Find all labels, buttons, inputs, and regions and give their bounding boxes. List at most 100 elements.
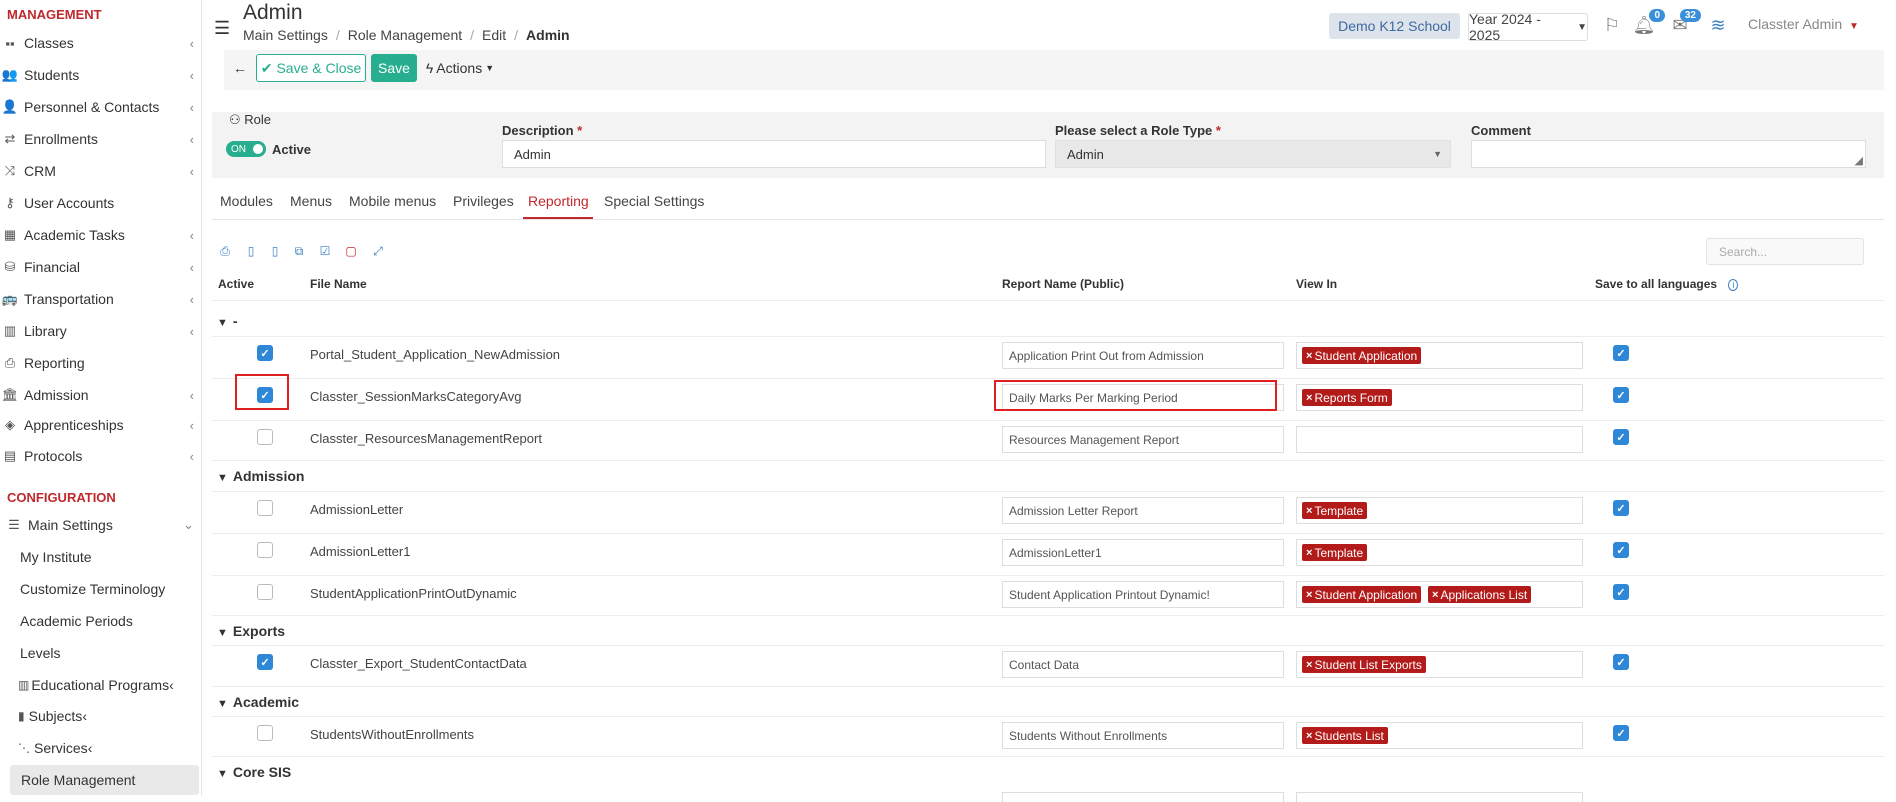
sidebar-subitem-subjects[interactable]: ▮ Subjects ‹ bbox=[0, 701, 201, 731]
sidebar-subitem-educational-programs[interactable]: ▥ Educational Programs ‹ bbox=[0, 670, 201, 700]
tab-menus[interactable]: Menus bbox=[290, 193, 332, 209]
tab-special-settings[interactable]: Special Settings bbox=[604, 193, 704, 209]
sidebar-item-reporting[interactable]: ⎙ Reporting bbox=[0, 348, 201, 378]
view-in-multiselect[interactable]: × Reports Form bbox=[1296, 384, 1583, 411]
description-input[interactable]: Admin bbox=[502, 140, 1046, 168]
user-menu[interactable]: Classter Admin ▼ bbox=[1748, 16, 1859, 32]
sidebar-item-transportation[interactable]: 🚌 Transportation ‹ bbox=[0, 284, 201, 314]
sidebar-subitem-role-management[interactable]: Role Management bbox=[10, 765, 199, 795]
sidebar-item-library[interactable]: ▥ Library ‹ bbox=[0, 316, 201, 346]
sidebar-item-user-accounts[interactable]: ⚷ User Accounts bbox=[0, 188, 201, 218]
sidebar-item-admission[interactable]: 🏛 Admission ‹ bbox=[0, 380, 201, 410]
remove-tag-icon[interactable]: × bbox=[1306, 730, 1312, 742]
tab-modules[interactable]: Modules bbox=[220, 193, 273, 209]
remove-tag-icon[interactable]: × bbox=[1306, 659, 1312, 671]
layers-icon[interactable]: ≋ bbox=[1705, 12, 1731, 38]
save-all-checkbox[interactable]: ✓ bbox=[1613, 500, 1629, 516]
back-arrow-icon[interactable]: ← bbox=[226, 54, 254, 82]
tab-mobile-menus[interactable]: Mobile menus bbox=[349, 193, 436, 209]
remove-tag-icon[interactable]: × bbox=[1432, 589, 1438, 601]
actions-dropdown[interactable]: ϟ Actions ▼ bbox=[424, 54, 496, 82]
grid-search-input[interactable]: Search... bbox=[1706, 238, 1864, 265]
group-header-dash[interactable]: ▼ - bbox=[217, 313, 238, 329]
report-name-input[interactable]: Contact Data bbox=[1002, 651, 1284, 678]
comment-textarea[interactable]: ◢ bbox=[1471, 140, 1866, 168]
view-tag[interactable]: × Student List Exports bbox=[1302, 656, 1426, 673]
remove-tag-icon[interactable]: × bbox=[1306, 505, 1312, 517]
col-header-active[interactable]: Active bbox=[218, 277, 254, 291]
sidebar-item-main-settings[interactable]: ☰ Main Settings ⌄ bbox=[0, 510, 201, 540]
file-pdf-icon[interactable]: ▯ bbox=[240, 242, 262, 260]
envelope-icon[interactable]: ✉ 32 bbox=[1667, 9, 1701, 38]
breadcrumb-main-settings[interactable]: Main Settings bbox=[243, 27, 328, 43]
view-tag[interactable]: × Student Application bbox=[1302, 347, 1422, 364]
sidebar-item-crm[interactable]: ⤨ CRM ‹ bbox=[0, 156, 201, 186]
save-all-checkbox[interactable]: ✓ bbox=[1613, 429, 1629, 445]
view-tag[interactable]: × Reports Form bbox=[1302, 389, 1392, 406]
sidebar-item-academic-tasks[interactable]: ▦ Academic Tasks ‹ bbox=[0, 220, 201, 250]
sidebar-item-financial[interactable]: ⛁ Financial ‹ bbox=[0, 252, 201, 282]
tab-reporting[interactable]: Reporting bbox=[528, 193, 589, 209]
remove-tag-icon[interactable]: × bbox=[1306, 547, 1312, 559]
flag-icon[interactable]: ⚐ bbox=[1599, 12, 1625, 38]
report-name-input[interactable]: Application Print Out from Admission bbox=[1002, 342, 1284, 369]
active-toggle[interactable]: ON bbox=[226, 141, 266, 157]
expand-icon[interactable]: ⤢ bbox=[367, 242, 389, 260]
save-all-checkbox[interactable]: ✓ bbox=[1613, 542, 1629, 558]
active-checkbox[interactable] bbox=[257, 725, 273, 741]
sidebar-item-enrollments[interactable]: ⇄ Enrollments ‹ bbox=[0, 124, 201, 154]
view-tag[interactable]: × Student Application bbox=[1302, 586, 1422, 603]
info-icon[interactable]: i bbox=[1728, 279, 1739, 291]
hamburger-menu-icon[interactable]: ☰ bbox=[214, 18, 230, 39]
file-excel-icon[interactable]: ▯ bbox=[264, 242, 286, 260]
sidebar-subitem-levels[interactable]: Levels bbox=[0, 638, 201, 668]
col-header-file-name[interactable]: File Name bbox=[310, 277, 367, 291]
active-checkbox[interactable] bbox=[257, 584, 273, 600]
save-all-checkbox[interactable]: ✓ bbox=[1613, 654, 1629, 670]
check-square-icon[interactable]: ☑ bbox=[314, 242, 336, 260]
resize-handle-icon[interactable]: ◢ bbox=[1855, 154, 1863, 167]
group-header-exports[interactable]: ▼ Exports bbox=[217, 623, 285, 639]
breadcrumb-role-management[interactable]: Role Management bbox=[348, 27, 462, 43]
sidebar-item-students[interactable]: 👥 Students ‹ bbox=[0, 60, 201, 90]
report-name-input[interactable]: Students Without Enrollments bbox=[1002, 722, 1284, 749]
year-selector[interactable]: Year 2024 - 2025 ▼ bbox=[1468, 11, 1588, 43]
view-tag[interactable]: × Applications List bbox=[1428, 586, 1532, 603]
view-tag[interactable]: × Template bbox=[1302, 544, 1368, 561]
active-checkbox[interactable] bbox=[257, 500, 273, 516]
sidebar-item-protocols[interactable]: ▤ Protocols ‹ bbox=[0, 441, 201, 471]
save-button[interactable]: Save bbox=[371, 54, 417, 82]
report-name-input[interactable]: AdmissionLetter1 bbox=[1002, 539, 1284, 566]
view-in-multiselect[interactable]: × Student Application bbox=[1296, 342, 1583, 369]
remove-tag-icon[interactable]: × bbox=[1306, 350, 1312, 362]
report-name-input[interactable]: Student Application Printout Dynamic! bbox=[1002, 581, 1284, 608]
group-header-core-sis[interactable]: ▼ Core SIS bbox=[217, 764, 291, 780]
print-icon[interactable]: ⎙ bbox=[214, 242, 236, 260]
save-all-checkbox[interactable]: ✓ bbox=[1613, 345, 1629, 361]
col-header-report-name[interactable]: Report Name (Public) bbox=[1002, 277, 1124, 291]
view-tag[interactable]: × Students List bbox=[1302, 727, 1388, 744]
group-header-academic[interactable]: ▼ Academic bbox=[217, 694, 299, 710]
view-in-multiselect[interactable]: × Students List bbox=[1296, 722, 1583, 749]
remove-tag-icon[interactable]: × bbox=[1306, 392, 1312, 404]
active-checkbox[interactable] bbox=[257, 542, 273, 558]
view-in-multiselect[interactable] bbox=[1296, 426, 1583, 453]
save-close-button[interactable]: ✔ Save & Close bbox=[256, 54, 366, 82]
active-checkbox[interactable]: ✓ bbox=[257, 345, 273, 361]
col-header-view-in[interactable]: View In bbox=[1296, 277, 1337, 291]
view-in-multiselect-partial[interactable] bbox=[1296, 792, 1583, 802]
sidebar-subitem-academic-periods[interactable]: Academic Periods bbox=[0, 606, 201, 636]
school-selector[interactable]: Demo K12 School bbox=[1329, 13, 1460, 39]
view-in-multiselect[interactable]: × Template bbox=[1296, 539, 1583, 566]
view-in-multiselect[interactable]: × Student Application × Applications List bbox=[1296, 581, 1583, 608]
report-name-input[interactable]: Resources Management Report bbox=[1002, 426, 1284, 453]
uncheck-square-icon[interactable]: ▢ bbox=[340, 242, 362, 260]
active-checkbox[interactable] bbox=[257, 429, 273, 445]
report-name-input-partial[interactable] bbox=[1002, 792, 1284, 802]
view-tag[interactable]: × Template bbox=[1302, 502, 1368, 519]
sidebar-subitem-my-institute[interactable]: My Institute bbox=[0, 542, 201, 572]
group-header-admission[interactable]: ▼ Admission bbox=[217, 468, 304, 484]
col-header-save-all[interactable]: Save to all languages i bbox=[1595, 277, 1739, 291]
report-name-input[interactable]: Admission Letter Report bbox=[1002, 497, 1284, 524]
sidebar-item-personnel[interactable]: 👤 Personnel & Contacts ‹ bbox=[0, 92, 201, 122]
